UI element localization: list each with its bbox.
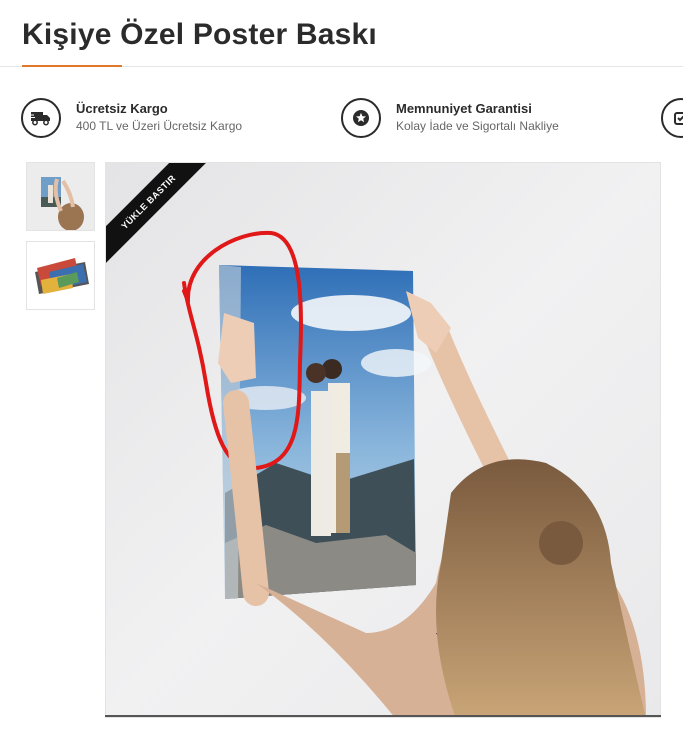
- star-badge-icon: [341, 98, 381, 138]
- feature-title: Memnuniyet Garantisi: [396, 101, 532, 116]
- feature-free-shipping: Ücretsiz Kargo 400 TL ve Üzeri Ücretsiz …: [21, 96, 242, 140]
- feature-subtitle: 400 TL ve Üzeri Ücretsiz Kargo: [76, 119, 243, 133]
- page-title: Kişiye Özel Poster Baskı: [22, 18, 377, 51]
- feature-title: Ücretsiz Kargo: [76, 101, 168, 116]
- main-product-image: YÜKLE BASTIR: [105, 162, 661, 718]
- title-accent-underline: [22, 65, 122, 67]
- feature-satisfaction-guarantee: Memnuniyet Garantisi Kolay İade ve Sigor…: [341, 96, 559, 140]
- image-bottom-bar: [105, 715, 661, 717]
- secure-icon: [661, 98, 683, 138]
- feature-secure: [661, 96, 683, 140]
- feature-subtitle: Kolay İade ve Sigortalı Nakliye: [396, 119, 559, 133]
- thumbnail-woman-hanging-poster[interactable]: [26, 162, 95, 231]
- thumbnail-poster-stack[interactable]: [26, 241, 95, 310]
- truck-icon: [21, 98, 61, 138]
